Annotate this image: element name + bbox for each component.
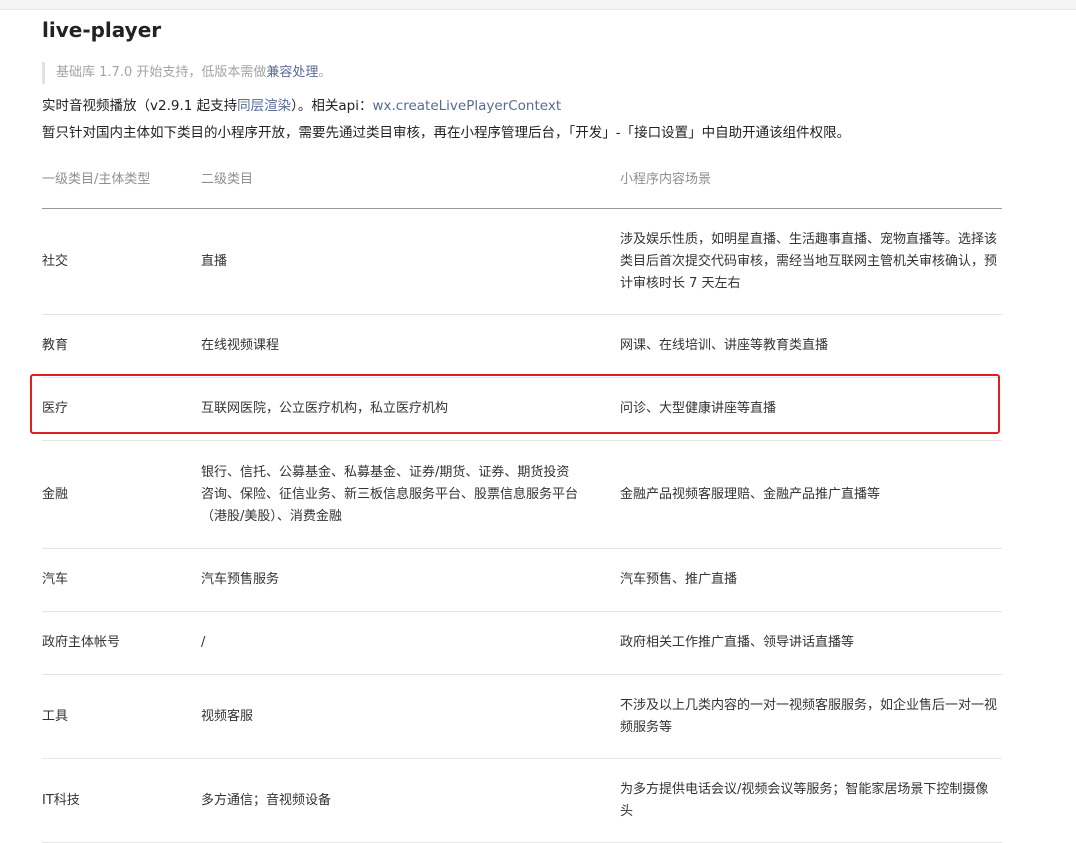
support-note-suffix: 。: [318, 65, 332, 80]
category-table: 一级类目/主体类型 二级类目 小程序内容场景 社交 直播 涉及娱乐性质，如明星直…: [42, 168, 1002, 843]
component-description: 实时音视频播放（v2.9.1 起支持同层渲染）。相关api：wx.createL…: [42, 95, 1002, 117]
highlight-box: [30, 374, 1000, 434]
table-row: 政府主体帐号 / 政府相关工作推广直播、领导讲话直播等: [42, 611, 1002, 675]
cell-secondary: /: [201, 611, 620, 675]
api-link[interactable]: wx.createLivePlayerContext: [372, 98, 561, 114]
same-layer-render-link[interactable]: 同层渲染: [237, 98, 291, 114]
description-text-1: 实时音视频播放（v2.9.1 起支持: [42, 98, 238, 114]
cell-secondary: 直播: [201, 208, 620, 315]
header-secondary-category: 二级类目: [201, 168, 620, 209]
cell-scenario: 汽车预售、推广直播: [620, 548, 1002, 612]
cell-scenario: 为多方提供电话会议/视频会议等服务；智能家居场景下控制摄像头: [620, 758, 1002, 843]
cell-secondary: 银行、信托、公募基金、私募基金、证券/期货、证券、期货投资咨询、保险、征信业务、…: [201, 440, 620, 549]
table-row: 教育 在线视频课程 网课、在线培训、讲座等教育类直播: [42, 314, 1002, 378]
cell-primary: 政府主体帐号: [42, 611, 201, 675]
header-content-scenario: 小程序内容场景: [620, 168, 1002, 209]
page-title: live-player: [42, 18, 162, 42]
cell-primary: 社交: [42, 208, 201, 315]
cell-scenario: 金融产品视频客服理赔、金融产品推广直播等: [620, 440, 1002, 549]
cell-primary: 教育: [42, 314, 201, 378]
cell-secondary: 多方通信；音视频设备: [201, 758, 620, 843]
compat-link[interactable]: 兼容处理: [266, 65, 318, 80]
support-note-text: 基础库 1.7.0 开始支持，低版本需做: [56, 65, 267, 80]
header-primary-category: 一级类目/主体类型: [42, 168, 201, 209]
top-bar: [0, 0, 1076, 10]
cell-secondary: 汽车预售服务: [201, 548, 620, 612]
cell-primary: IT科技: [42, 758, 201, 843]
cell-scenario: 涉及娱乐性质，如明星直播、生活趣事直播、宠物直播等。选择该类目后首次提交代码审核…: [620, 208, 1002, 315]
cell-scenario: 不涉及以上几类内容的一对一视频客服服务，如企业售后一对一视频服务等: [620, 674, 1002, 759]
table-row: 工具 视频客服 不涉及以上几类内容的一对一视频客服服务，如企业售后一对一视频服务…: [42, 674, 1002, 759]
cell-scenario: 网课、在线培训、讲座等教育类直播: [620, 314, 1002, 378]
cell-primary: 汽车: [42, 548, 201, 612]
table-row: 汽车 汽车预售服务 汽车预售、推广直播: [42, 548, 1002, 612]
category-notice: 暂只针对国内主体如下类目的小程序开放，需要先通过类目审核，再在小程序管理后台，「…: [42, 125, 851, 141]
cell-secondary: 在线视频课程: [201, 314, 620, 378]
table-header-row: 一级类目/主体类型 二级类目 小程序内容场景: [42, 168, 1002, 209]
table-row: IT科技 多方通信；音视频设备 为多方提供电话会议/视频会议等服务；智能家居场景…: [42, 758, 1002, 843]
cell-primary: 工具: [42, 674, 201, 759]
table-row: 社交 直播 涉及娱乐性质，如明星直播、生活趣事直播、宠物直播等。选择该类目后首次…: [42, 208, 1002, 315]
cell-primary: 金融: [42, 440, 201, 549]
table-row: 金融 银行、信托、公募基金、私募基金、证券/期货、证券、期货投资咨询、保险、征信…: [42, 440, 1002, 549]
support-note: 基础库 1.7.0 开始支持，低版本需做兼容处理。: [42, 62, 1002, 84]
description-text-2: ）。相关api：: [291, 98, 373, 114]
cell-scenario: 政府相关工作推广直播、领导讲话直播等: [620, 611, 1002, 675]
cell-secondary: 视频客服: [201, 674, 620, 759]
